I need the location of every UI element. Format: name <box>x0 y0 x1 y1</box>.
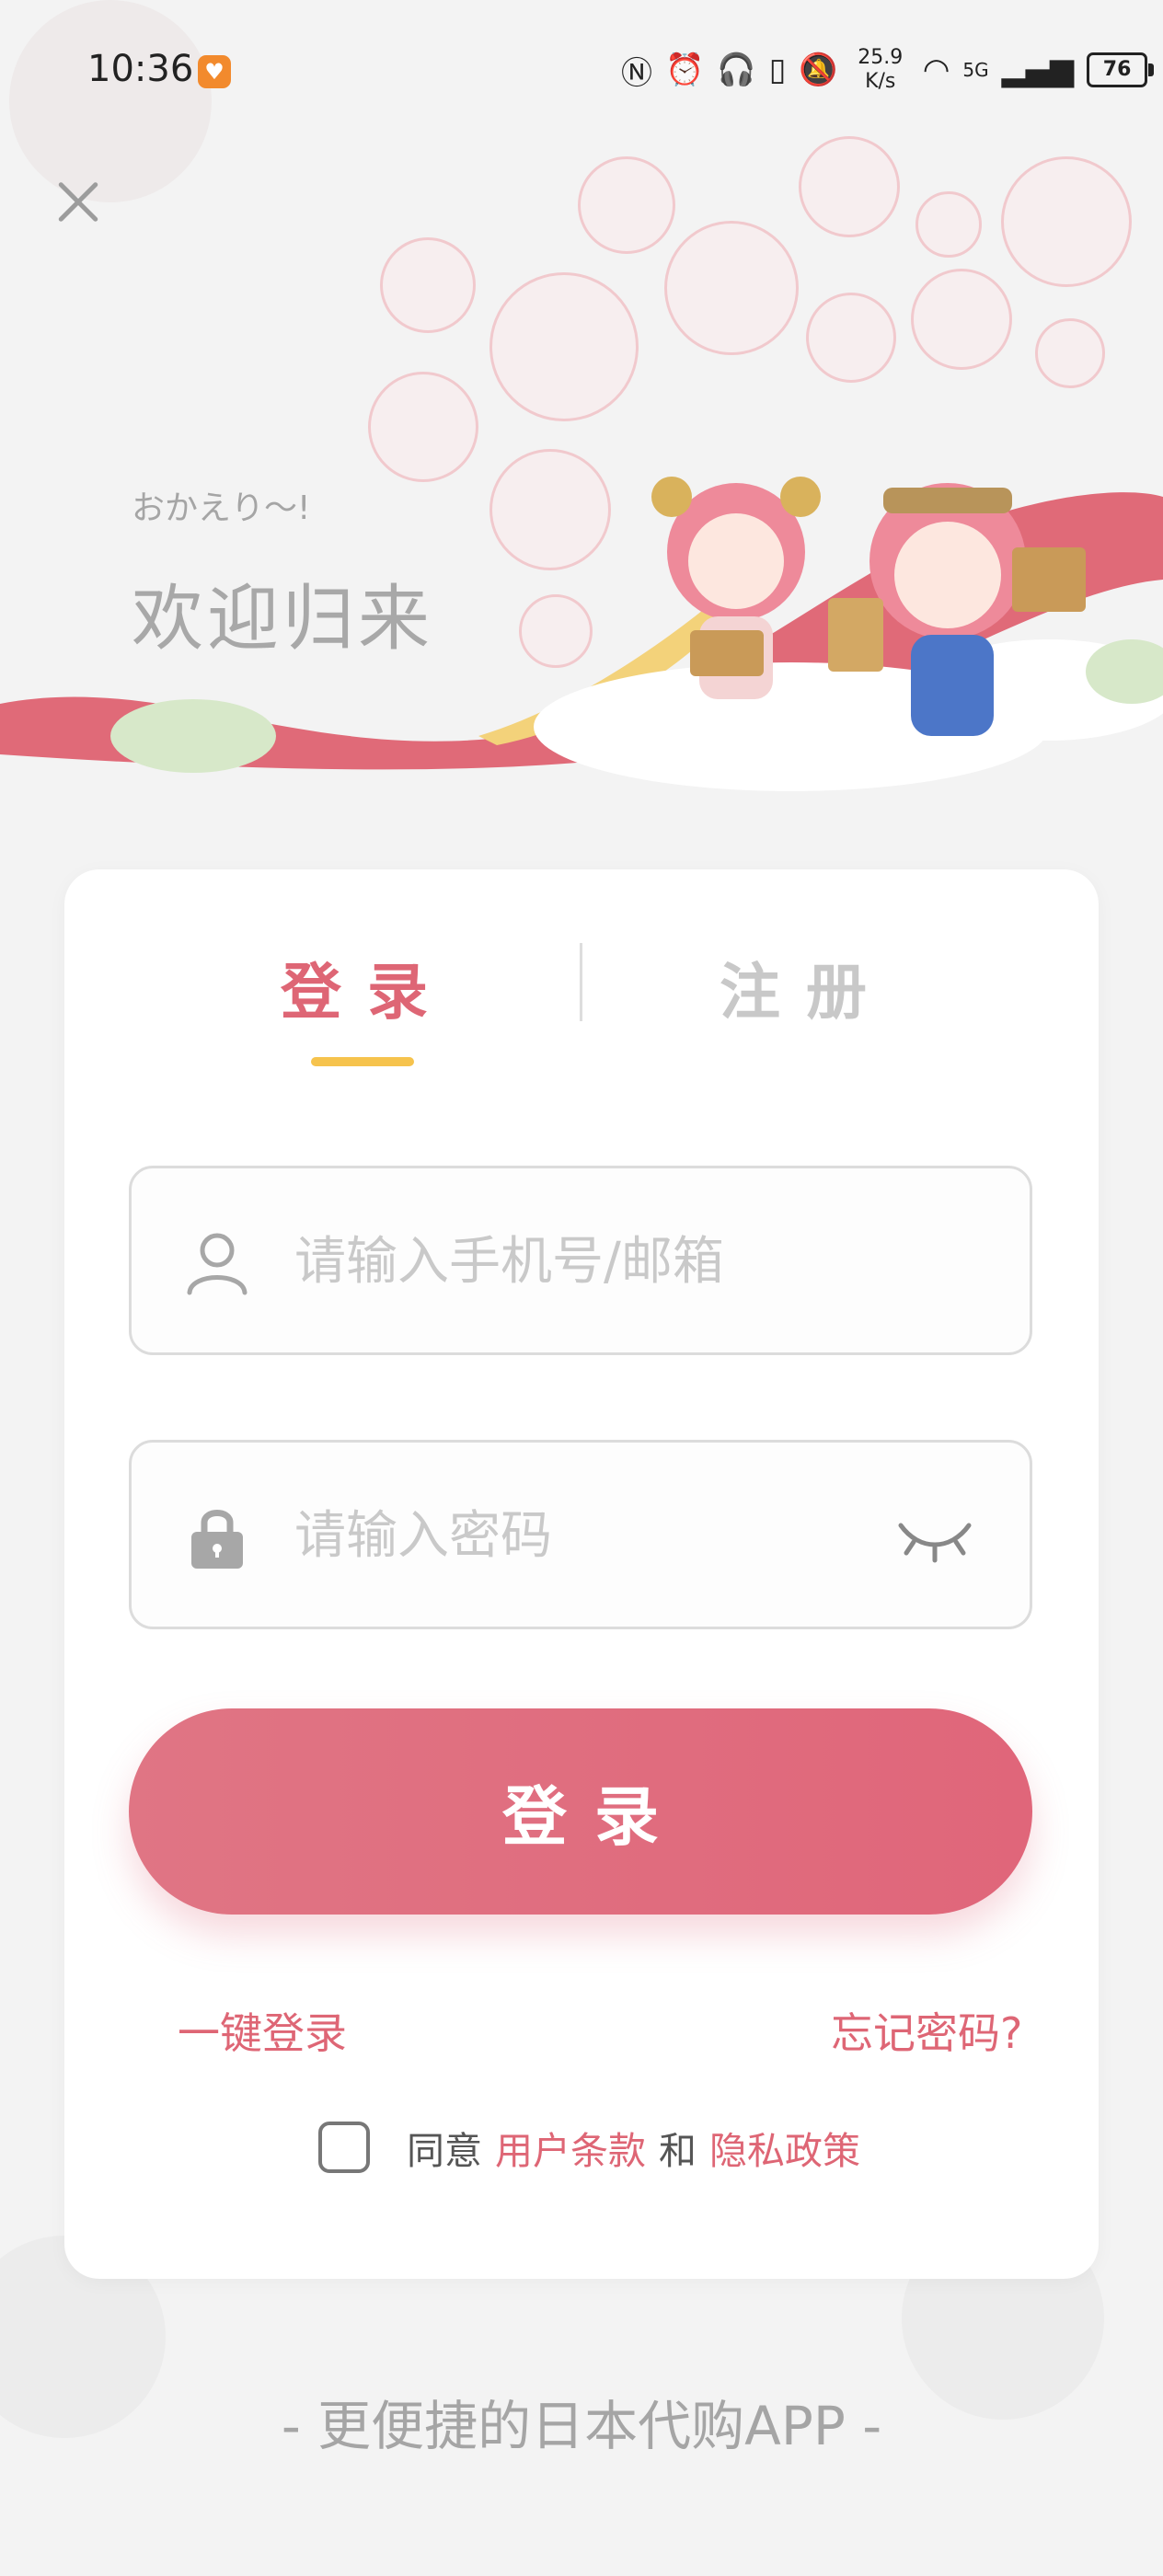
tent-bubble-icon <box>799 136 900 237</box>
phone-bubble-icon <box>1035 318 1105 388</box>
agree-prefix: 同意 <box>407 2129 482 2173</box>
card-bubble-icon <box>806 293 896 383</box>
password-field[interactable] <box>129 1440 1032 1629</box>
phone-email-input[interactable] <box>293 1168 940 1354</box>
wifi-icon: ◠ <box>922 52 950 88</box>
nfc-icon: Ⓝ <box>621 54 652 92</box>
agreement-row: 同意 用户条款 和 隐私政策 <box>318 2120 873 2175</box>
camera-bubble-icon <box>380 237 476 333</box>
login-button[interactable]: 登录 <box>129 1708 1032 1915</box>
app-notification-icon: ♥ <box>198 55 231 88</box>
close-button[interactable] <box>46 170 110 235</box>
login-button-label: 登录 <box>502 1778 686 1855</box>
password-input[interactable] <box>293 1443 940 1628</box>
headphones-icon: 🎧 <box>717 52 756 88</box>
agree-and: 和 <box>659 2129 697 2173</box>
battery-icon: 76 <box>1087 52 1155 87</box>
mute-icon: 🔕 <box>799 52 838 88</box>
tab-register[interactable]: 注册 <box>720 943 892 1031</box>
signal-icon: ▂▄▆ <box>1001 52 1075 88</box>
net-speed-value: 25.9 <box>858 46 904 69</box>
header-banner <box>0 477 1163 791</box>
net-speed-unit: K/s <box>865 70 896 93</box>
net-speed: 25.9 K/s <box>851 46 910 94</box>
lock-icon <box>191 1510 243 1569</box>
status-icons: Ⓝ ⏰ 🎧 ▯ 🔕 25.9 K/s ◠ 5G ▂▄▆ 76 <box>621 46 1155 94</box>
tab-login[interactable]: 登录 <box>281 943 454 1031</box>
sneaker-bubble-icon <box>664 221 799 355</box>
status-bar: 10:36 ♥ Ⓝ ⏰ 🎧 ▯ 🔕 25.9 K/s ◠ 5G ▂▄▆ 76 <box>0 0 1163 147</box>
terms-link[interactable]: 用户条款 <box>495 2120 646 2175</box>
eye-closed-icon[interactable] <box>895 1509 974 1564</box>
agree-checkbox[interactable] <box>318 2122 370 2173</box>
one-key-login-link[interactable]: 一键登录 <box>178 2000 347 2061</box>
active-tab-indicator <box>311 1057 414 1066</box>
phone-email-field[interactable] <box>129 1166 1032 1355</box>
console-bubble-icon <box>489 272 639 421</box>
alarm-icon: ⏰ <box>665 52 705 88</box>
app-slogan: - 更便捷的日本代购APP - <box>281 2395 882 2457</box>
bag-bubble-icon <box>578 156 675 254</box>
user-icon <box>187 1233 248 1295</box>
battery-saver-icon: ▯ <box>768 52 787 88</box>
washer-bubble-icon <box>1001 156 1132 287</box>
network-label: 5G <box>962 59 989 81</box>
lotion-bubble-icon <box>911 269 1012 370</box>
privacy-link[interactable]: 隐私政策 <box>709 2120 860 2175</box>
forgot-password-link[interactable]: 忘记密码? <box>831 2000 1022 2061</box>
tab-divider <box>580 943 582 1021</box>
status-time: 10:36 <box>87 48 194 90</box>
perfume-bubble-icon <box>915 191 982 258</box>
